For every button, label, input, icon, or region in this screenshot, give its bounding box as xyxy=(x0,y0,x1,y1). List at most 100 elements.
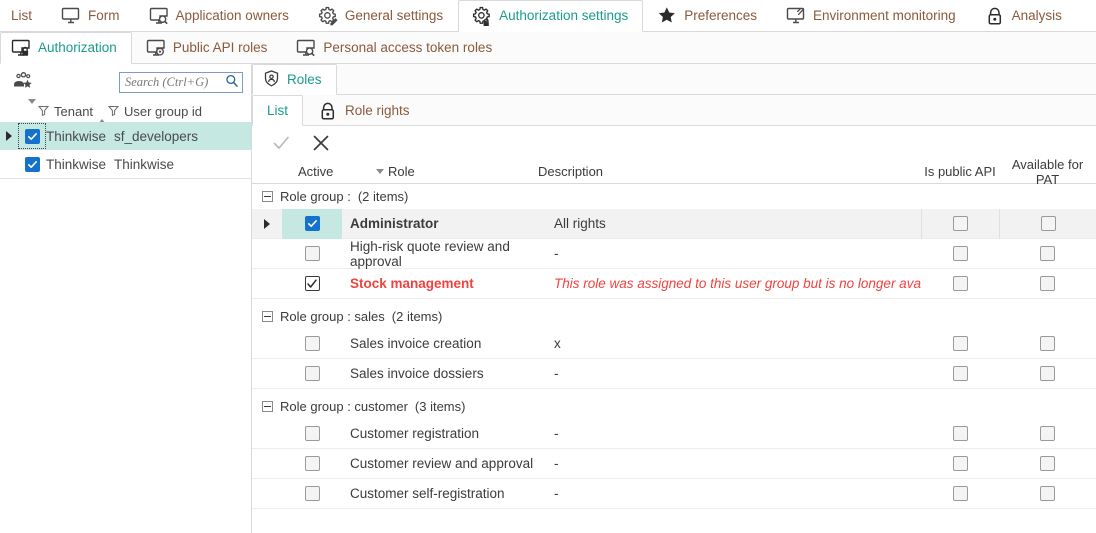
user-group-checkbox-cell[interactable] xyxy=(18,123,46,149)
role-active-checkbox[interactable] xyxy=(304,486,320,501)
column-header-role[interactable]: Role xyxy=(388,164,538,179)
role-active-checkbox[interactable] xyxy=(304,336,320,351)
tab-form[interactable]: Form xyxy=(47,0,135,31)
role-available-for-pat-checkbox[interactable] xyxy=(1040,366,1055,381)
column-header-available-for-pat[interactable]: Available for PAT xyxy=(999,157,1096,187)
confirm-button[interactable] xyxy=(268,130,294,156)
role-row[interactable]: Customer self-registration - xyxy=(252,479,1096,509)
role-is-public-api-checkbox[interactable] xyxy=(952,426,968,441)
subtab-personal-access-token-roles[interactable]: Personal access token roles xyxy=(282,32,507,63)
role-active-cell[interactable] xyxy=(282,366,342,381)
role-is-public-api-cell[interactable] xyxy=(921,366,999,381)
role-row[interactable]: Sales invoice creation x xyxy=(252,329,1096,359)
role-is-public-api-cell[interactable] xyxy=(921,246,999,261)
role-active-cell[interactable] xyxy=(282,486,342,501)
role-is-public-api-cell[interactable] xyxy=(921,456,999,471)
viewtab-list[interactable]: List xyxy=(252,95,304,126)
search-input[interactable] xyxy=(125,74,223,90)
role-is-public-api-checkbox[interactable] xyxy=(952,456,968,471)
user-group-checkbox-cell[interactable] xyxy=(18,156,46,172)
tab-general-settings[interactable]: General settings xyxy=(304,0,458,31)
collapse-icon[interactable] xyxy=(262,191,273,202)
role-row[interactable]: Administrator All rights xyxy=(252,208,1096,239)
role-available-for-pat-cell[interactable] xyxy=(999,456,1096,471)
role-active-checkbox[interactable] xyxy=(304,366,320,381)
expand-arrow-icon[interactable] xyxy=(0,131,18,141)
role-group-header[interactable]: Role group : sales (2 items) xyxy=(252,304,1096,329)
column-header-description[interactable]: Description xyxy=(538,164,921,179)
role-available-for-pat-checkbox[interactable] xyxy=(1040,336,1055,351)
column-header-is-public-api[interactable]: Is public API xyxy=(921,164,999,179)
cancel-button[interactable] xyxy=(308,130,334,156)
filter-icon[interactable] xyxy=(37,104,50,119)
role-active-cell[interactable] xyxy=(282,208,342,239)
tab-preferences[interactable]: Preferences xyxy=(643,0,772,31)
role-available-for-pat-cell[interactable] xyxy=(999,336,1096,351)
role-active-checkbox[interactable] xyxy=(304,216,320,231)
role-active-checkbox[interactable] xyxy=(304,456,320,471)
role-active-cell[interactable] xyxy=(282,246,342,261)
role-available-for-pat-checkbox[interactable] xyxy=(1040,456,1055,471)
role-row[interactable]: Stock management This role was assigned t… xyxy=(252,269,1096,299)
role-available-for-pat-cell[interactable] xyxy=(999,486,1096,501)
role-is-public-api-checkbox[interactable] xyxy=(953,216,968,231)
role-row[interactable]: Sales invoice dossiers - xyxy=(252,359,1096,389)
role-available-for-pat-checkbox[interactable] xyxy=(1040,426,1055,441)
column-header-user-group-id[interactable]: User group id xyxy=(98,103,202,124)
sort-asc-icon[interactable] xyxy=(98,103,106,124)
user-group-checkbox[interactable] xyxy=(24,156,40,172)
viewtab-role-rights[interactable]: Role rights xyxy=(303,95,425,125)
subtab-authorization[interactable]: Authorization xyxy=(0,32,132,64)
role-active-checkbox[interactable] xyxy=(304,246,320,261)
role-available-for-pat-cell[interactable] xyxy=(999,208,1096,239)
role-is-public-api-cell[interactable] xyxy=(921,276,999,291)
collapse-icon[interactable] xyxy=(262,401,273,412)
role-available-for-pat-checkbox[interactable] xyxy=(1040,486,1055,501)
role-active-cell[interactable] xyxy=(282,336,342,351)
role-available-for-pat-cell[interactable] xyxy=(999,276,1096,291)
role-active-checkbox[interactable] xyxy=(304,426,320,441)
role-is-public-api-checkbox[interactable] xyxy=(952,336,968,351)
tab-application-owners[interactable]: Application owners xyxy=(135,0,304,31)
role-row[interactable]: Customer registration - xyxy=(252,419,1096,449)
tab-authorization-settings[interactable]: Authorization settings xyxy=(458,0,644,32)
role-active-cell[interactable] xyxy=(282,456,342,471)
role-is-public-api-cell[interactable] xyxy=(921,208,999,239)
collapse-icon[interactable] xyxy=(262,311,273,322)
role-is-public-api-checkbox[interactable] xyxy=(952,276,968,291)
user-group-row[interactable]: Thinkwise sf_developers xyxy=(0,122,251,150)
role-active-checkbox[interactable] xyxy=(304,276,320,291)
role-available-for-pat-checkbox[interactable] xyxy=(1040,216,1056,231)
tab-roles[interactable]: Roles xyxy=(252,64,337,95)
role-available-for-pat-checkbox[interactable] xyxy=(1040,246,1055,261)
role-active-cell[interactable] xyxy=(282,426,342,441)
role-row[interactable]: Customer review and approval - xyxy=(252,449,1096,479)
tab-analysis[interactable]: Analysis xyxy=(971,0,1077,31)
user-group-row[interactable]: Thinkwise Thinkwise xyxy=(0,150,251,178)
user-group-checkbox[interactable] xyxy=(24,128,40,144)
role-is-public-api-checkbox[interactable] xyxy=(952,246,968,261)
role-available-for-pat-cell[interactable] xyxy=(999,246,1096,261)
column-header-tenant[interactable]: Tenant xyxy=(28,98,98,119)
search-icon[interactable] xyxy=(225,74,239,91)
tab-list[interactable]: List xyxy=(0,0,47,31)
role-is-public-api-cell[interactable] xyxy=(921,426,999,441)
subtab-public-api-roles[interactable]: Public API roles xyxy=(132,32,283,63)
role-row[interactable]: High-risk quote review and approval - xyxy=(252,239,1096,269)
role-available-for-pat-cell[interactable] xyxy=(999,366,1096,381)
role-is-public-api-cell[interactable] xyxy=(921,486,999,501)
search-box[interactable] xyxy=(119,71,243,93)
role-is-public-api-checkbox[interactable] xyxy=(952,366,968,381)
column-header-active[interactable]: Active xyxy=(252,164,372,179)
sort-desc-icon[interactable] xyxy=(28,98,36,119)
sort-desc-icon[interactable] xyxy=(372,169,388,174)
role-available-for-pat-cell[interactable] xyxy=(999,426,1096,441)
role-is-public-api-cell[interactable] xyxy=(921,336,999,351)
role-group-header[interactable]: Role group : customer (3 items) xyxy=(252,394,1096,419)
expand-arrow-icon[interactable] xyxy=(252,218,282,229)
role-group-header[interactable]: Role group : (2 items) xyxy=(252,184,1096,209)
role-available-for-pat-checkbox[interactable] xyxy=(1040,276,1055,291)
role-is-public-api-checkbox[interactable] xyxy=(952,486,968,501)
filter-icon[interactable] xyxy=(107,104,120,119)
role-active-cell[interactable] xyxy=(282,276,342,291)
